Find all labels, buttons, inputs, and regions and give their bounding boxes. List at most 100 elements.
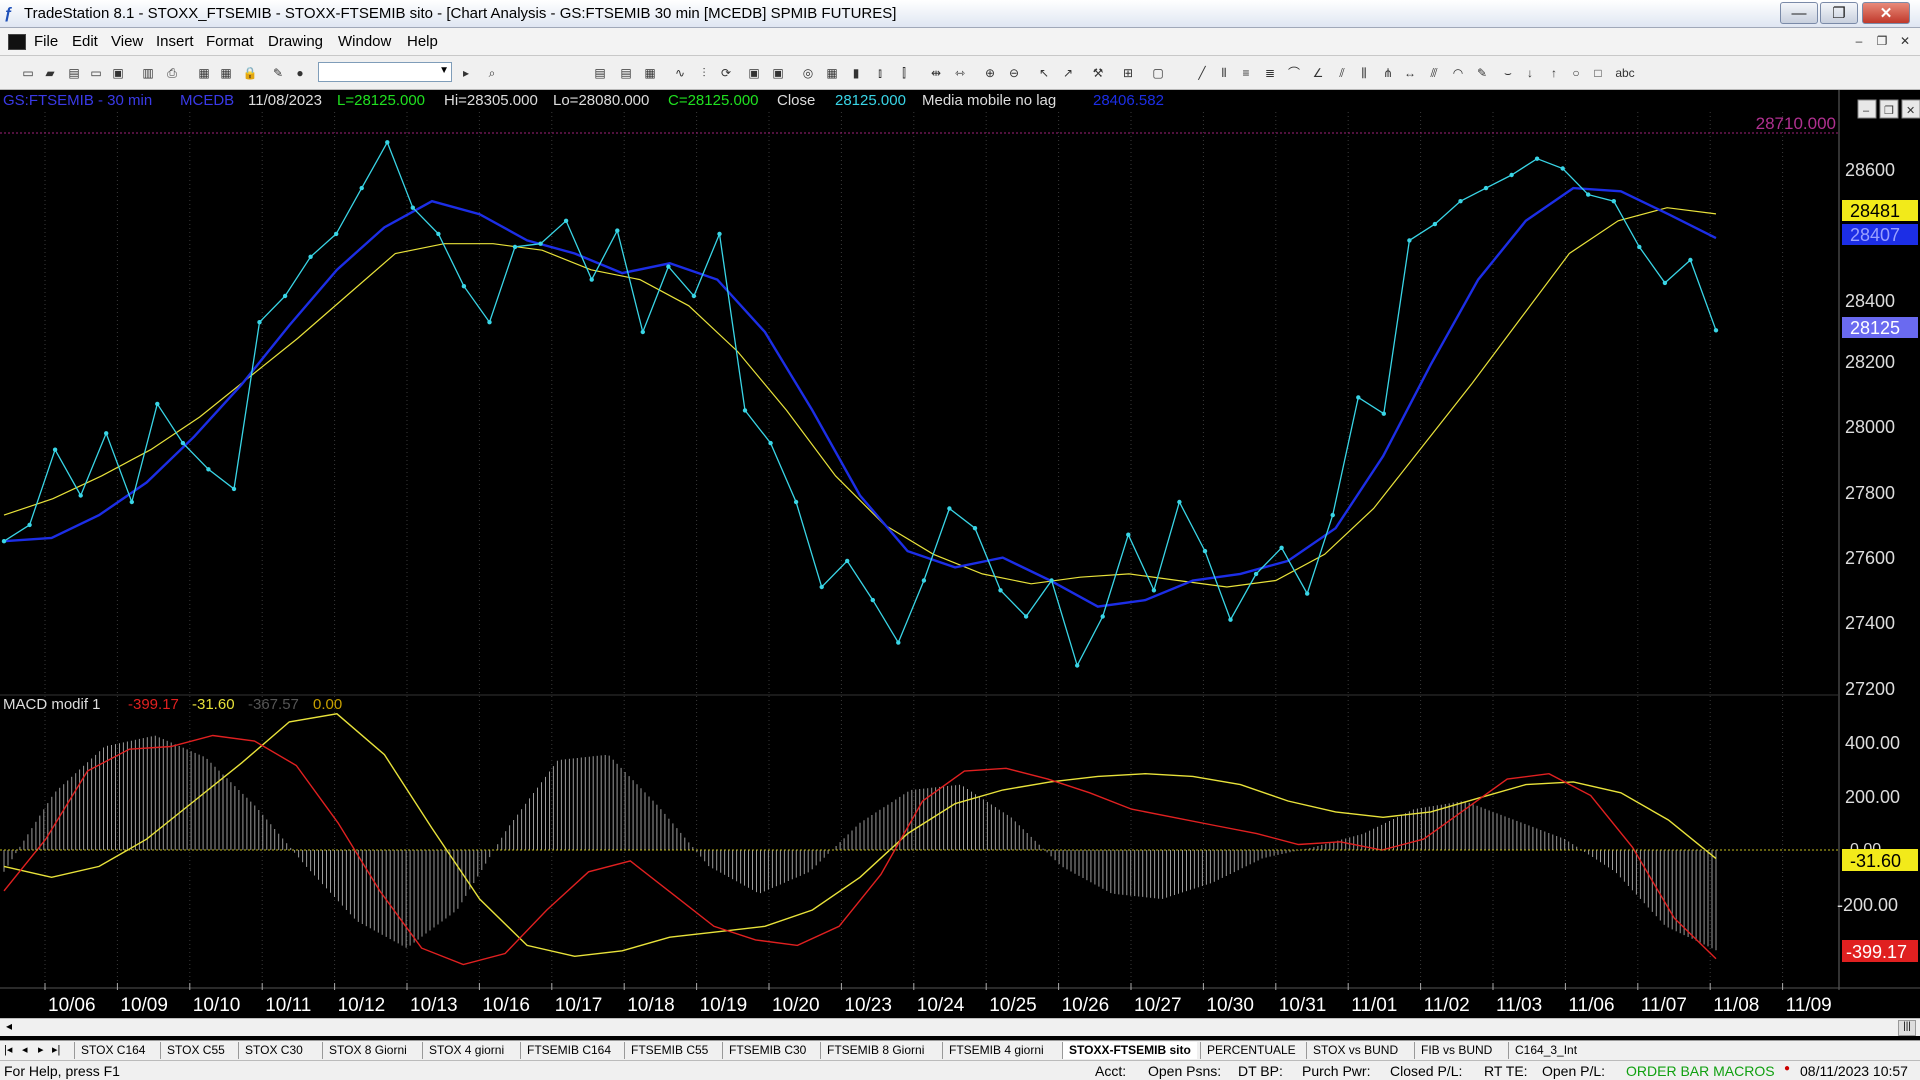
andrews-icon[interactable]: ⋔ [1380, 65, 1396, 81]
bar-icon[interactable]: ⫶ [696, 65, 712, 81]
horizontal-arrow-icon[interactable]: ↔ [1402, 65, 1418, 81]
speed-line-icon[interactable]: ◠ [1450, 65, 1466, 81]
tab-ftsemib-c30[interactable]: FTSEMIB C30 [722, 1042, 812, 1059]
parallel-icon[interactable]: ⫻ [1426, 65, 1442, 81]
tab-stox-8-giorni[interactable]: STOX 8 Giorni [322, 1042, 413, 1059]
ellipse-icon[interactable]: ○ [1568, 65, 1584, 81]
tab-stox-c164[interactable]: STOX C164 [74, 1042, 151, 1059]
mdi-restore-icon[interactable]: ❐ [1873, 32, 1891, 50]
insert-icon[interactable]: ⊞ [1120, 65, 1136, 81]
pointer-icon[interactable]: ↖ [1036, 65, 1052, 81]
status-order-bar-macros[interactable]: ORDER BAR MACROS [1626, 1063, 1775, 1079]
menu-view[interactable]: View [111, 33, 143, 50]
trendline-icon[interactable]: ╱ [1194, 65, 1210, 81]
analysis-icon[interactable]: ▣ [770, 65, 786, 81]
tab-nav-first-icon[interactable]: |◂ [4, 1043, 12, 1056]
tab-stox-c30[interactable]: STOX C30 [238, 1042, 309, 1059]
menu-drawing[interactable]: Drawing [268, 33, 323, 50]
candle-icon[interactable]: ⫾ [872, 65, 888, 81]
tab-percentuale[interactable]: PERCENTUALE [1200, 1042, 1302, 1059]
open-icon[interactable]: ▰ [42, 65, 58, 81]
data-window-icon[interactable]: ▣ [746, 65, 762, 81]
gann-icon[interactable]: ⫼ [1356, 65, 1372, 81]
chart-style-2-icon[interactable]: ▤ [618, 65, 634, 81]
curve-icon[interactable]: ⌣ [1500, 65, 1516, 81]
zoom-out-icon[interactable]: ⊖ [1006, 65, 1022, 81]
mdi-close-icon[interactable]: ✕ [1896, 32, 1914, 50]
search-icon[interactable]: ⌕ [484, 65, 500, 81]
rectangle-icon[interactable]: □ [1590, 65, 1606, 81]
chart-window-icon[interactable] [8, 34, 26, 50]
radar-icon[interactable]: ◎ [800, 65, 816, 81]
symbol-combo[interactable]: ▼ [318, 62, 452, 82]
format-window-icon[interactable]: ▦ [218, 65, 234, 81]
lock-icon[interactable]: 🔒 [242, 65, 258, 81]
new-icon[interactable]: ▭ [20, 65, 36, 81]
up-arrow-icon[interactable]: ↑ [1546, 65, 1562, 81]
tab-c164-3-int[interactable]: C164_3_Int [1508, 1042, 1583, 1059]
zoom-in-icon[interactable]: ⊕ [982, 65, 998, 81]
new-window-icon[interactable]: ▭ [88, 65, 104, 81]
tab-fib-vs-bund[interactable]: FIB vs BUND [1414, 1042, 1498, 1059]
tab-stoxx-ftsemib-sito[interactable]: STOXX-FTSEMIB sito [1062, 1042, 1197, 1059]
panel-restore-icon[interactable]: ❐ [1884, 105, 1894, 117]
tools-icon[interactable]: ⚒ [1090, 65, 1106, 81]
menu-insert[interactable]: Insert [156, 33, 194, 50]
tab-ftsemib-4-giorni[interactable]: FTSEMIB 4 giorni [942, 1042, 1050, 1059]
menu-file[interactable]: File [34, 33, 58, 50]
minimize-button[interactable]: — [1780, 2, 1818, 24]
print-icon[interactable]: ⎙ [164, 65, 180, 81]
save-icon[interactable]: ▣ [110, 65, 126, 81]
menu-help[interactable]: Help [407, 33, 438, 50]
angle-icon[interactable]: ∠ [1310, 65, 1326, 81]
open-workspace-icon[interactable]: ▤ [66, 65, 82, 81]
mdi-minimize-icon[interactable]: – [1850, 32, 1868, 50]
print-preview-icon[interactable]: ▥ [140, 65, 156, 81]
tab-stox-c55[interactable]: STOX C55 [160, 1042, 231, 1059]
camera-icon[interactable]: ▢ [1150, 65, 1166, 81]
tab-nav-last-icon[interactable]: ▸| [52, 1043, 60, 1056]
ohlc-icon[interactable]: ⫿ [896, 65, 912, 81]
close-button[interactable]: ✕ [1862, 2, 1910, 24]
horizontal-lines-icon[interactable]: ≡ [1238, 65, 1254, 81]
tab-ftsemib-c55[interactable]: FTSEMIB C55 [624, 1042, 714, 1059]
horizontal-scrollbar[interactable]: ◂ ||| [0, 1018, 1920, 1036]
draw-icon[interactable]: ✎ [270, 65, 286, 81]
format-icon[interactable]: ▦ [196, 65, 212, 81]
scroll-left-icon[interactable]: ◂ [6, 1019, 12, 1033]
tab-nav-next-icon[interactable]: ▸ [38, 1043, 44, 1056]
color-icon[interactable]: ● [292, 65, 308, 81]
tab-ftsemib-c164[interactable]: FTSEMIB C164 [520, 1042, 617, 1059]
channel-icon[interactable]: ⫽ [1334, 65, 1350, 81]
maximize-button[interactable]: ❐ [1820, 2, 1858, 24]
pen-icon[interactable]: ✎ [1474, 65, 1490, 81]
panel-close-icon[interactable]: ✕ [1906, 105, 1915, 117]
tab-stox-vs-bund[interactable]: STOX vs BUND [1306, 1042, 1404, 1059]
compress-icon[interactable]: ⇿ [952, 65, 968, 81]
refresh-icon[interactable]: ⟳ [718, 65, 734, 81]
chart-canvas[interactable]: GS:FTSEMIB - 30 min MCEDB 11/08/2023 L=2… [0, 90, 1920, 1025]
menu-format[interactable]: Format [206, 33, 254, 50]
matrix-icon[interactable]: ▦ [824, 65, 840, 81]
arc-icon[interactable]: ⌒ [1286, 65, 1302, 81]
price-tag-blue: 28407 [1850, 225, 1900, 245]
menu-edit[interactable]: Edit [72, 33, 98, 50]
panel-minimize-icon[interactable]: – [1863, 105, 1870, 117]
tab-nav-prev-icon[interactable]: ◂ [22, 1043, 28, 1056]
tab-ftsemib-8-giorni[interactable]: FTSEMIB 8 Giorni [820, 1042, 930, 1059]
pointer-select-icon[interactable]: ↗ [1060, 65, 1076, 81]
play-arrow-icon[interactable]: ▸ [458, 65, 474, 81]
down-arrow-icon[interactable]: ↓ [1522, 65, 1538, 81]
line-icon[interactable]: ∿ [672, 65, 688, 81]
scroll-thumb-icon[interactable]: ||| [1898, 1020, 1916, 1036]
chart-analysis-window[interactable]: GS:FTSEMIB - 30 min MCEDB 11/08/2023 L=2… [0, 90, 1920, 1025]
menu-window[interactable]: Window [338, 33, 391, 50]
bar-chart-icon[interactable]: ▮ [848, 65, 864, 81]
expand-icon[interactable]: ⇹ [928, 65, 944, 81]
vertical-lines-icon[interactable]: ⦀ [1216, 65, 1232, 81]
chart-style-icon[interactable]: ▤ [592, 65, 608, 81]
grid-icon[interactable]: ▦ [642, 65, 658, 81]
tab-stox-4-giorni[interactable]: STOX 4 giorni [422, 1042, 510, 1059]
fib-icon[interactable]: ≣ [1262, 65, 1278, 81]
text-icon[interactable]: abc [1614, 65, 1636, 81]
